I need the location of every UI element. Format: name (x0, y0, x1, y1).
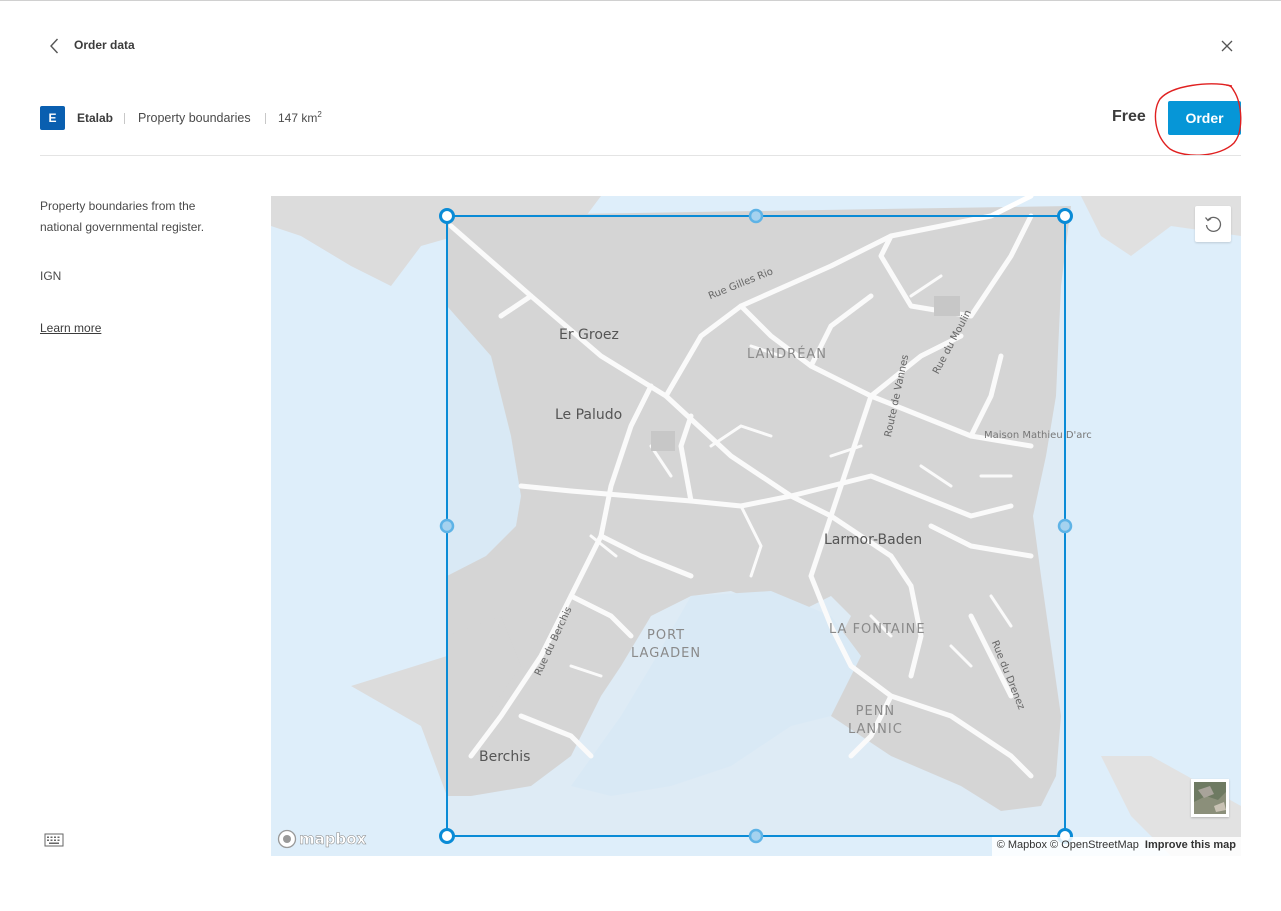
order-button[interactable]: Order (1168, 101, 1241, 135)
satellite-thumbnail-icon (1194, 782, 1226, 814)
map-view[interactable]: Er Groez Le Paludo LANDRÉAN Larmor-Baden… (271, 196, 1241, 856)
reset-icon (1205, 216, 1222, 233)
order-data-dialog: Order data E Etalab Property boundaries … (0, 0, 1281, 911)
close-icon[interactable] (1218, 37, 1236, 55)
map-attribution: © Mapbox © OpenStreetMap Improve this ma… (991, 837, 1241, 856)
data-source: IGN (40, 269, 62, 283)
mapbox-logo-icon (277, 829, 297, 849)
reset-selection-button[interactable] (1195, 206, 1231, 242)
separator (265, 113, 266, 124)
area-size: 147 km2 (278, 110, 322, 126)
provider-name: Etalab (77, 111, 114, 125)
attribution-text[interactable]: © Mapbox © OpenStreetMap (997, 839, 1139, 851)
mapbox-logo[interactable]: mapbox (277, 828, 366, 850)
product-description: Property boundaries from the national go… (40, 199, 205, 234)
product-name: Property boundaries (138, 111, 251, 125)
mapbox-logo-text: mapbox (299, 830, 367, 849)
keyboard-icon[interactable] (44, 833, 64, 847)
improve-map-link[interactable]: Improve this map (1145, 839, 1236, 851)
map-base-layer (271, 196, 1241, 856)
learn-more-link[interactable]: Learn more (40, 321, 101, 335)
satellite-view-toggle[interactable] (1191, 779, 1229, 817)
separator (124, 113, 125, 124)
dialog-title: Order data (74, 38, 135, 52)
provider-badge: E (40, 106, 65, 130)
back-arrow-icon[interactable] (46, 37, 64, 55)
header-divider (40, 155, 1241, 156)
price-label: Free (1112, 108, 1146, 125)
